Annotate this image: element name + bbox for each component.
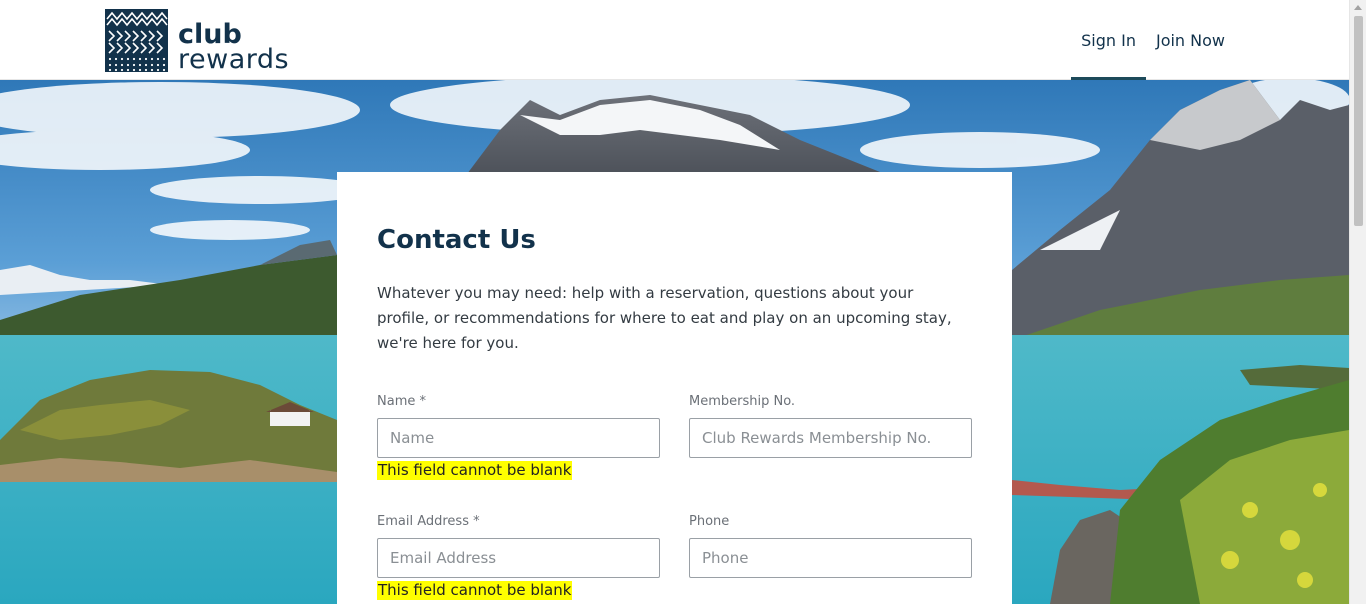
membership-field-group: Membership No. (689, 394, 972, 458)
scroll-up-arrow-icon[interactable] (1354, 5, 1362, 10)
site-header: club rewards Sign In Join Now (0, 0, 1349, 81)
brand-logo[interactable]: club rewards (105, 9, 290, 75)
page-title: Contact Us (377, 225, 536, 255)
email-label: Email Address * (377, 514, 480, 529)
membership-label: Membership No. (689, 394, 796, 409)
page-scrollbar[interactable] (1349, 0, 1366, 604)
email-error: This field cannot be blank (377, 581, 573, 600)
brand-line-2: rewards (178, 43, 290, 75)
header-nav: Sign In Join Now (1071, 0, 1235, 81)
join-now-link[interactable]: Join Now (1146, 0, 1235, 80)
phone-field-group: Phone (689, 514, 972, 578)
logo-mark-icon (105, 9, 168, 72)
sign-in-link[interactable]: Sign In (1071, 0, 1146, 81)
email-field-group: Email Address * This field cannot be bla… (377, 514, 660, 600)
contact-card: Contact Us Whatever you may need: help w… (337, 172, 1012, 604)
contact-intro-text: Whatever you may need: help with a reser… (377, 284, 952, 352)
scrollbar-thumb[interactable] (1354, 16, 1363, 226)
membership-input[interactable] (689, 418, 972, 458)
name-label: Name * (377, 394, 426, 409)
email-input[interactable] (377, 538, 660, 578)
brand-wordmark: club rewards (178, 21, 290, 75)
name-input[interactable] (377, 418, 660, 458)
phone-label: Phone (689, 514, 730, 529)
name-error: This field cannot be blank (377, 461, 573, 480)
phone-input[interactable] (689, 538, 972, 578)
name-field-group: Name * This field cannot be blank (377, 394, 660, 480)
